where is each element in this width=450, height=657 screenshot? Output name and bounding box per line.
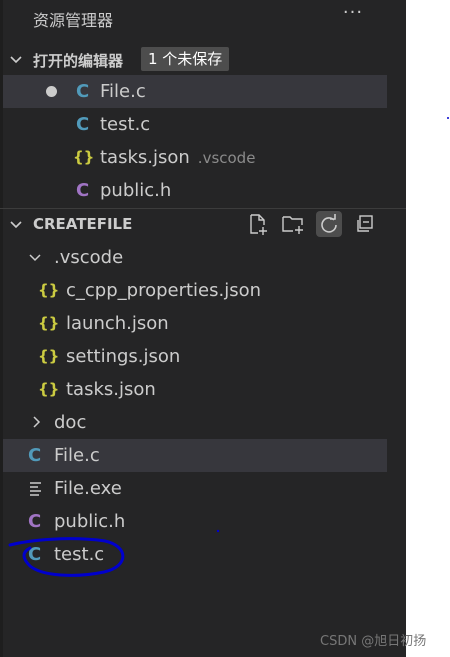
watermark: CSDN @旭日初扬 bbox=[320, 634, 427, 649]
annotation-circle bbox=[8, 117, 449, 577]
